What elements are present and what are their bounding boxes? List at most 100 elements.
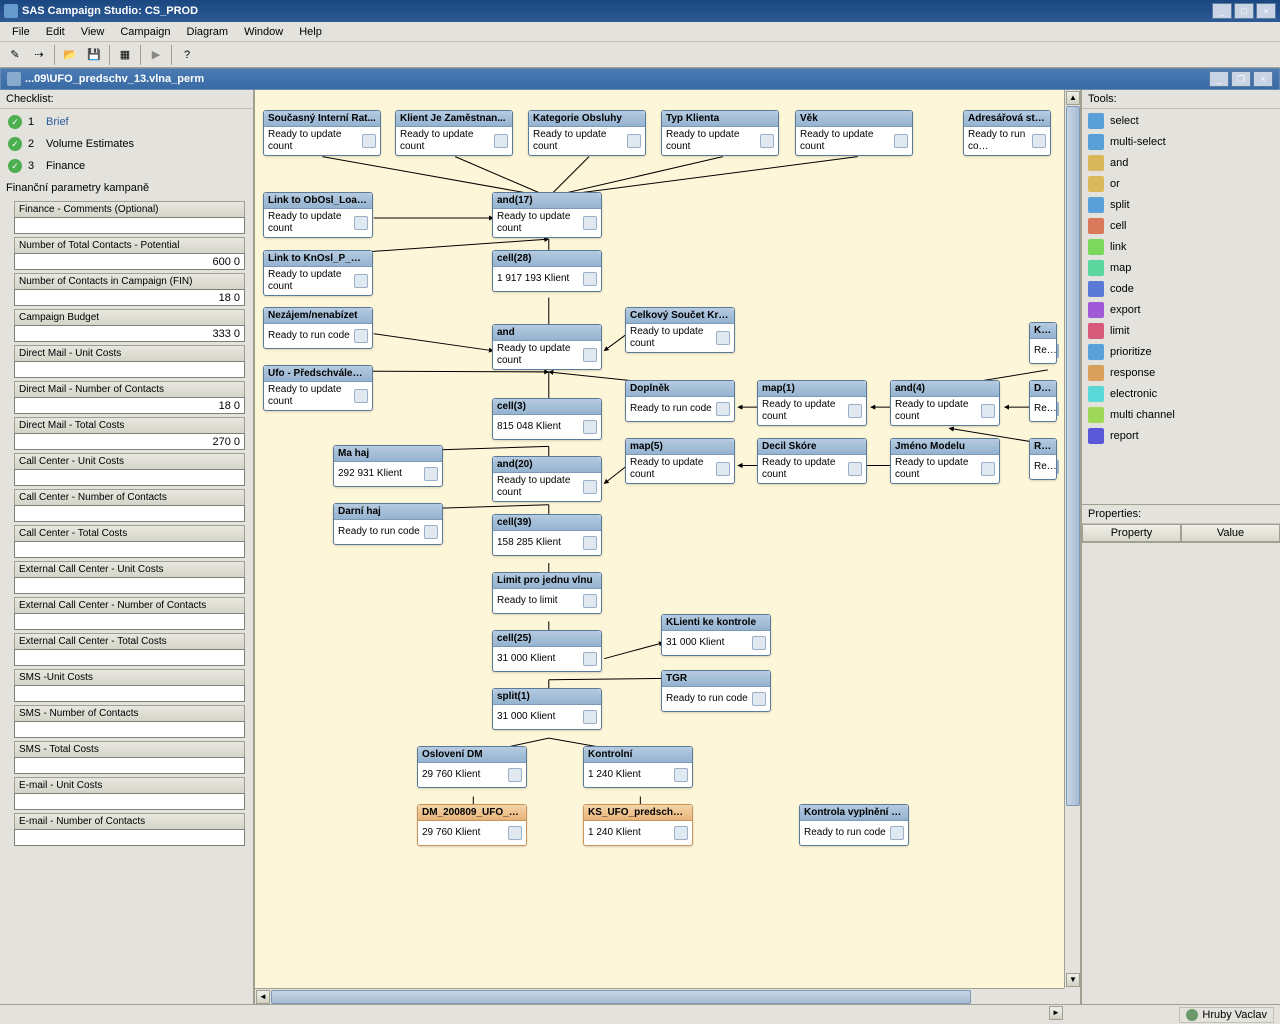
form-input[interactable] [14,505,245,522]
diagram-node[interactable]: Ufo - Předschválený ...Ready to update c… [263,365,373,411]
tool-run-icon[interactable]: ▶ [145,44,167,66]
minimize-button[interactable]: _ [1212,3,1232,19]
tool-select[interactable]: select [1084,111,1278,131]
diagram-node[interactable]: Kategorie ObsluhyReady to update count [528,110,646,156]
diagram-node[interactable]: map(5)Ready to update count [625,438,735,484]
diagram-node[interactable]: Klient Je Zaměstnan...Ready to update co… [395,110,513,156]
tool-link[interactable]: link [1084,237,1278,257]
tool-split[interactable]: split [1084,195,1278,215]
diagram-node[interactable]: cell(28)1 917 193 Klient [492,250,602,292]
form-input[interactable] [14,325,245,342]
diagram-node[interactable]: Decil SkóreReady to update count [757,438,867,484]
menu-window[interactable]: Window [236,24,291,40]
tool-save-icon[interactable]: 💾 [83,44,105,66]
diagram-node[interactable]: Ma haj292 931 Klient [333,445,443,487]
tool-multi-channel[interactable]: multi channel [1084,405,1278,425]
doc-minimize-button[interactable]: _ [1209,71,1229,87]
tool-cell[interactable]: cell [1084,216,1278,236]
diagram-node[interactable]: Rok...Re… [1029,438,1057,480]
value-col-header[interactable]: Value [1181,524,1280,542]
tool-prioritize[interactable]: prioritize [1084,342,1278,362]
form-input[interactable] [14,289,245,306]
diagram-node[interactable]: KLienti ke kontrole31 000 Klient [661,614,771,656]
form-input[interactable] [14,469,245,486]
tool-code[interactable]: code [1084,279,1278,299]
diagram-node[interactable]: Nezájem/nenabízetReady to run code [263,307,373,349]
diagram-node[interactable]: cell(39)158 285 Klient [492,514,602,556]
diagram-node[interactable]: and(17)Ready to update count [492,192,602,238]
menu-file[interactable]: File [4,24,38,40]
form-input[interactable] [14,433,245,450]
diagram-node[interactable]: Typ KlientaReady to update count [661,110,779,156]
diagram-node[interactable]: Darní hajReady to run code [333,503,443,545]
tool-wizard-icon[interactable]: ✎ [4,44,26,66]
diagram-node[interactable]: Link to KnOsl_P_Dire...Ready to update c… [263,250,373,296]
diagram-node[interactable]: Dat...Re… [1029,380,1057,422]
form-input[interactable] [14,685,245,702]
tool-limit[interactable]: limit [1084,321,1278,341]
canvas-vscroll[interactable]: ▲ ▼ [1064,90,1080,988]
tool-flow-icon[interactable]: ⇢ [28,44,50,66]
diagram-node[interactable]: map(1)Ready to update count [757,380,867,426]
diagram-canvas[interactable]: Současný Interní Rat...Ready to update c… [255,90,1080,1004]
diagram-node[interactable]: Jméno ModeluReady to update count [890,438,1000,484]
tool-multi-select[interactable]: multi-select [1084,132,1278,152]
form-input[interactable] [14,577,245,594]
form-input[interactable] [14,757,245,774]
diagram-node[interactable]: Celkový Součet Kred...Ready to update co… [625,307,735,353]
tool-open-icon[interactable]: 📂 [59,44,81,66]
menu-campaign[interactable]: Campaign [112,24,178,40]
form-input[interactable] [14,829,245,846]
tool-map[interactable]: map [1084,258,1278,278]
form-input[interactable] [14,721,245,738]
diagram-node[interactable]: and(4)Ready to update count [890,380,1000,426]
tool-or[interactable]: or [1084,174,1278,194]
property-col-header[interactable]: Property [1082,524,1181,542]
diagram-node[interactable]: and(20)Ready to update count [492,456,602,502]
checklist-item[interactable]: ✓1Brief [4,113,249,131]
diagram-node[interactable]: Kód ...Re… [1029,322,1057,364]
menu-edit[interactable]: Edit [38,24,73,40]
form-input[interactable] [14,217,245,234]
form-input[interactable] [14,253,245,270]
diagram-node[interactable]: split(1)31 000 Klient [492,688,602,730]
tool-and[interactable]: and [1084,153,1278,173]
menu-help[interactable]: Help [291,24,330,40]
form-input[interactable] [14,541,245,558]
doc-restore-button[interactable]: ❐ [1231,71,1251,87]
menu-diagram[interactable]: Diagram [179,24,237,40]
diagram-node[interactable]: DM_200809_UFO_p...29 760 Klient [417,804,527,846]
tool-electronic[interactable]: electronic [1084,384,1278,404]
diagram-node[interactable]: Link to ObOsl_LoansReady to update count [263,192,373,238]
diagram-node[interactable]: TGRReady to run code [661,670,771,712]
form-input[interactable] [14,613,245,630]
diagram-node[interactable]: andReady to update count [492,324,602,370]
diagram-node[interactable]: Kontrolní1 240 Klient [583,746,693,788]
doc-close-button[interactable]: × [1253,71,1273,87]
form-input[interactable] [14,397,245,414]
close-button[interactable]: × [1256,3,1276,19]
checklist-item[interactable]: ✓2Volume Estimates [4,135,249,153]
diagram-node[interactable]: Limit pro jednu vlnuReady to limit [492,572,602,614]
diagram-node[interactable]: Adresářová struk...Ready to run co… [963,110,1051,156]
diagram-node[interactable]: Současný Interní Rat...Ready to update c… [263,110,381,156]
diagram-node[interactable]: KS_UFO_predschv_...1 240 Klient [583,804,693,846]
tool-report[interactable]: report [1084,426,1278,446]
form-input[interactable] [14,793,245,810]
diagram-node[interactable]: cell(25)31 000 Klient [492,630,602,672]
tool-response[interactable]: response [1084,363,1278,383]
diagram-node[interactable]: VěkReady to update count [795,110,913,156]
diagram-node[interactable]: Kontrola vyplnění úd...Ready to run code [799,804,909,846]
diagram-node[interactable]: cell(3)815 048 Klient [492,398,602,440]
canvas-hscroll[interactable]: ◄ ► [255,988,1064,1004]
diagram-node[interactable]: Oslovení DM29 760 Klient [417,746,527,788]
checklist-item[interactable]: ✓3Finance [4,157,249,175]
form-input[interactable] [14,649,245,666]
tool-help-icon[interactable]: ? [176,44,198,66]
tool-export[interactable]: export [1084,300,1278,320]
tool-grid-icon[interactable]: ▦ [114,44,136,66]
form-input[interactable] [14,361,245,378]
maximize-button[interactable]: □ [1234,3,1254,19]
diagram-node[interactable]: DoplněkReady to run code [625,380,735,422]
menu-view[interactable]: View [73,24,113,40]
